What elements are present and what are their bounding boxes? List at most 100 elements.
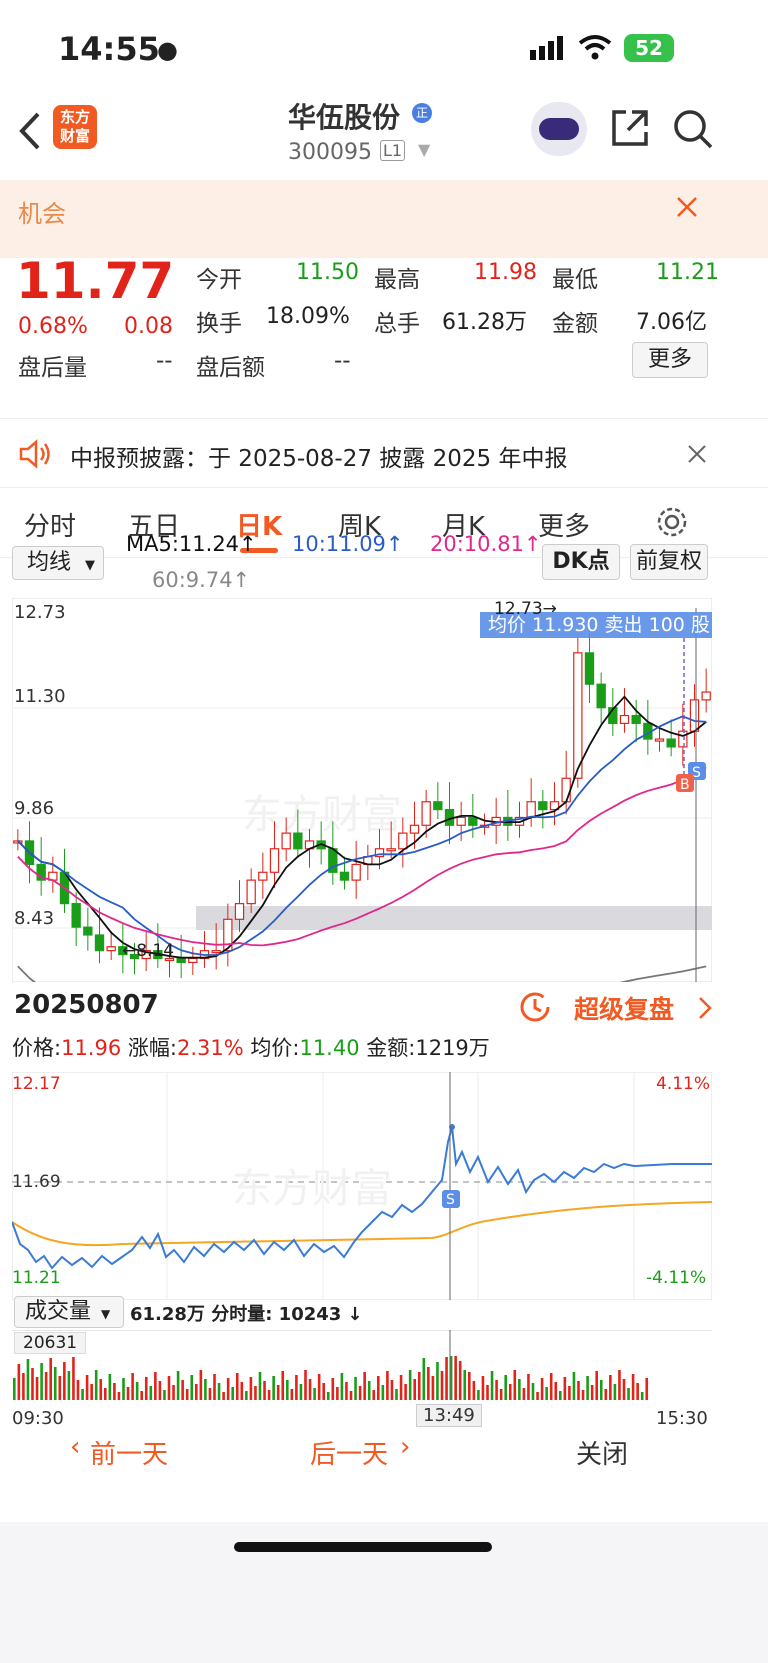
volume-bar	[595, 1371, 598, 1400]
prev-day-button[interactable]: 前一天	[90, 1434, 168, 1471]
volume-bar	[604, 1389, 608, 1400]
adjust-price-button[interactable]: 前复权	[630, 544, 708, 580]
battery-icon: 52	[624, 34, 674, 62]
volume-bar	[336, 1387, 339, 1400]
volume-bar	[481, 1376, 485, 1400]
volume-bar	[131, 1373, 134, 1400]
volume-bar	[577, 1381, 580, 1400]
candle-body	[631, 714, 641, 724]
volume-bar	[172, 1385, 175, 1400]
volume-bar	[144, 1377, 148, 1400]
tab-intraday[interactable]: 分时	[24, 506, 76, 543]
volume-select[interactable]: 成交量 ▼	[14, 1296, 124, 1328]
tab-more[interactable]: 更多	[538, 506, 590, 543]
volume-bar	[226, 1378, 230, 1400]
volume-bar	[94, 1370, 98, 1400]
volume-bar	[527, 1374, 530, 1400]
candle-body	[351, 863, 361, 881]
y-label-top: 12.73	[14, 602, 66, 623]
volume-bar	[40, 1363, 43, 1400]
volume-bar	[322, 1383, 325, 1400]
volume-bar	[290, 1389, 294, 1400]
close-icon[interactable]	[688, 445, 706, 463]
after-amount: --	[334, 348, 351, 374]
volume-bar	[436, 1362, 439, 1400]
chevron-right-icon[interactable]: ›	[400, 1432, 410, 1462]
assistant-robot-icon[interactable]	[531, 102, 587, 156]
close-button[interactable]: 关闭	[576, 1434, 628, 1471]
search-icon[interactable]	[672, 108, 714, 150]
low-value: 11.21	[656, 260, 719, 285]
volume-bar	[563, 1377, 567, 1400]
turnover-label: 换手	[196, 311, 242, 337]
volume-bar	[631, 1374, 635, 1400]
candle-body	[71, 903, 81, 928]
volume-bar	[386, 1371, 389, 1400]
volume-bar	[454, 1356, 457, 1400]
share-icon[interactable]	[610, 108, 650, 148]
volume-bar	[108, 1374, 112, 1400]
volume-bar	[618, 1370, 621, 1400]
level-badge[interactable]: L1	[380, 140, 406, 161]
ma20-value: 20:10.81↑	[430, 532, 542, 556]
intraday-plot[interactable]: 东方财富 S	[12, 1072, 712, 1300]
volume-bar	[263, 1381, 266, 1400]
volume-bar	[113, 1383, 116, 1400]
candle-body	[106, 946, 116, 952]
chevron-left-icon[interactable]: ‹	[70, 1432, 80, 1462]
more-button[interactable]: 更多	[632, 342, 708, 378]
volume-plot[interactable]	[12, 1330, 712, 1400]
svg-text:S: S	[446, 1192, 455, 1208]
candle-body	[293, 832, 303, 850]
promo-banner[interactable]: 机会	[0, 180, 768, 258]
candlestick-plot[interactable]: 东方财富 均价 11.930 卖出 100 股 12.73→ ←8.14 S B	[12, 598, 712, 982]
candle-body	[456, 816, 466, 826]
volume-bar	[536, 1392, 539, 1400]
volume-bar	[522, 1388, 526, 1400]
candle-body	[526, 801, 536, 819]
volume-bar	[99, 1379, 103, 1400]
volume-bar	[540, 1378, 544, 1400]
bottom-nav: ‹ 前一天 后一天 › 关闭	[0, 1432, 768, 1663]
volume-bar	[58, 1376, 62, 1400]
volume-bar	[267, 1390, 271, 1400]
volume-bar	[122, 1378, 125, 1400]
person-icon: ●	[157, 36, 178, 64]
avg-label: 均价:	[250, 1036, 300, 1060]
candle-body	[211, 950, 221, 954]
candle-body	[386, 848, 396, 852]
volume-bar	[190, 1375, 194, 1400]
history-icon[interactable]	[518, 990, 552, 1024]
chevron-right-icon[interactable]	[698, 996, 712, 1020]
chevron-down-icon[interactable]: ▼	[418, 140, 430, 159]
candle-body	[654, 738, 665, 742]
volume-bar	[31, 1368, 34, 1400]
app-logo[interactable]: 东方 财富	[53, 105, 97, 149]
volume-bar	[185, 1389, 189, 1400]
volume-bar	[367, 1381, 371, 1400]
volume-bar	[295, 1375, 298, 1400]
candle-body	[584, 652, 595, 685]
volume-bar	[399, 1375, 403, 1400]
volume-bar	[104, 1388, 107, 1400]
back-icon[interactable]	[18, 112, 42, 150]
watermark: 东方财富	[232, 1166, 392, 1212]
notice-bar[interactable]: 中报预披露：于 2025-08-27 披露 2025 年中报	[0, 418, 768, 488]
chg-label: 涨幅:	[127, 1036, 177, 1060]
volume-bar	[504, 1375, 507, 1400]
volume-bar	[349, 1391, 353, 1400]
dk-point-button[interactable]: DK点	[542, 544, 620, 580]
amt-value: 1219万	[415, 1036, 490, 1060]
ma-select[interactable]: 均线 ▼	[12, 546, 104, 580]
gear-icon[interactable]	[656, 506, 688, 538]
stock-header: 东方 财富 华伍股份 正 300095 L1 ▼	[0, 100, 768, 180]
volume-bar	[640, 1392, 644, 1400]
turnover-value: 18.09%	[266, 304, 350, 329]
volume-bar	[545, 1387, 548, 1400]
super-replay-link[interactable]: 超级复盘	[574, 990, 674, 1026]
candle-body	[701, 691, 711, 701]
watermark: 东方财富	[242, 792, 402, 838]
candle-body	[176, 957, 186, 964]
next-day-button[interactable]: 后一天	[310, 1434, 388, 1471]
close-icon[interactable]	[676, 196, 698, 218]
